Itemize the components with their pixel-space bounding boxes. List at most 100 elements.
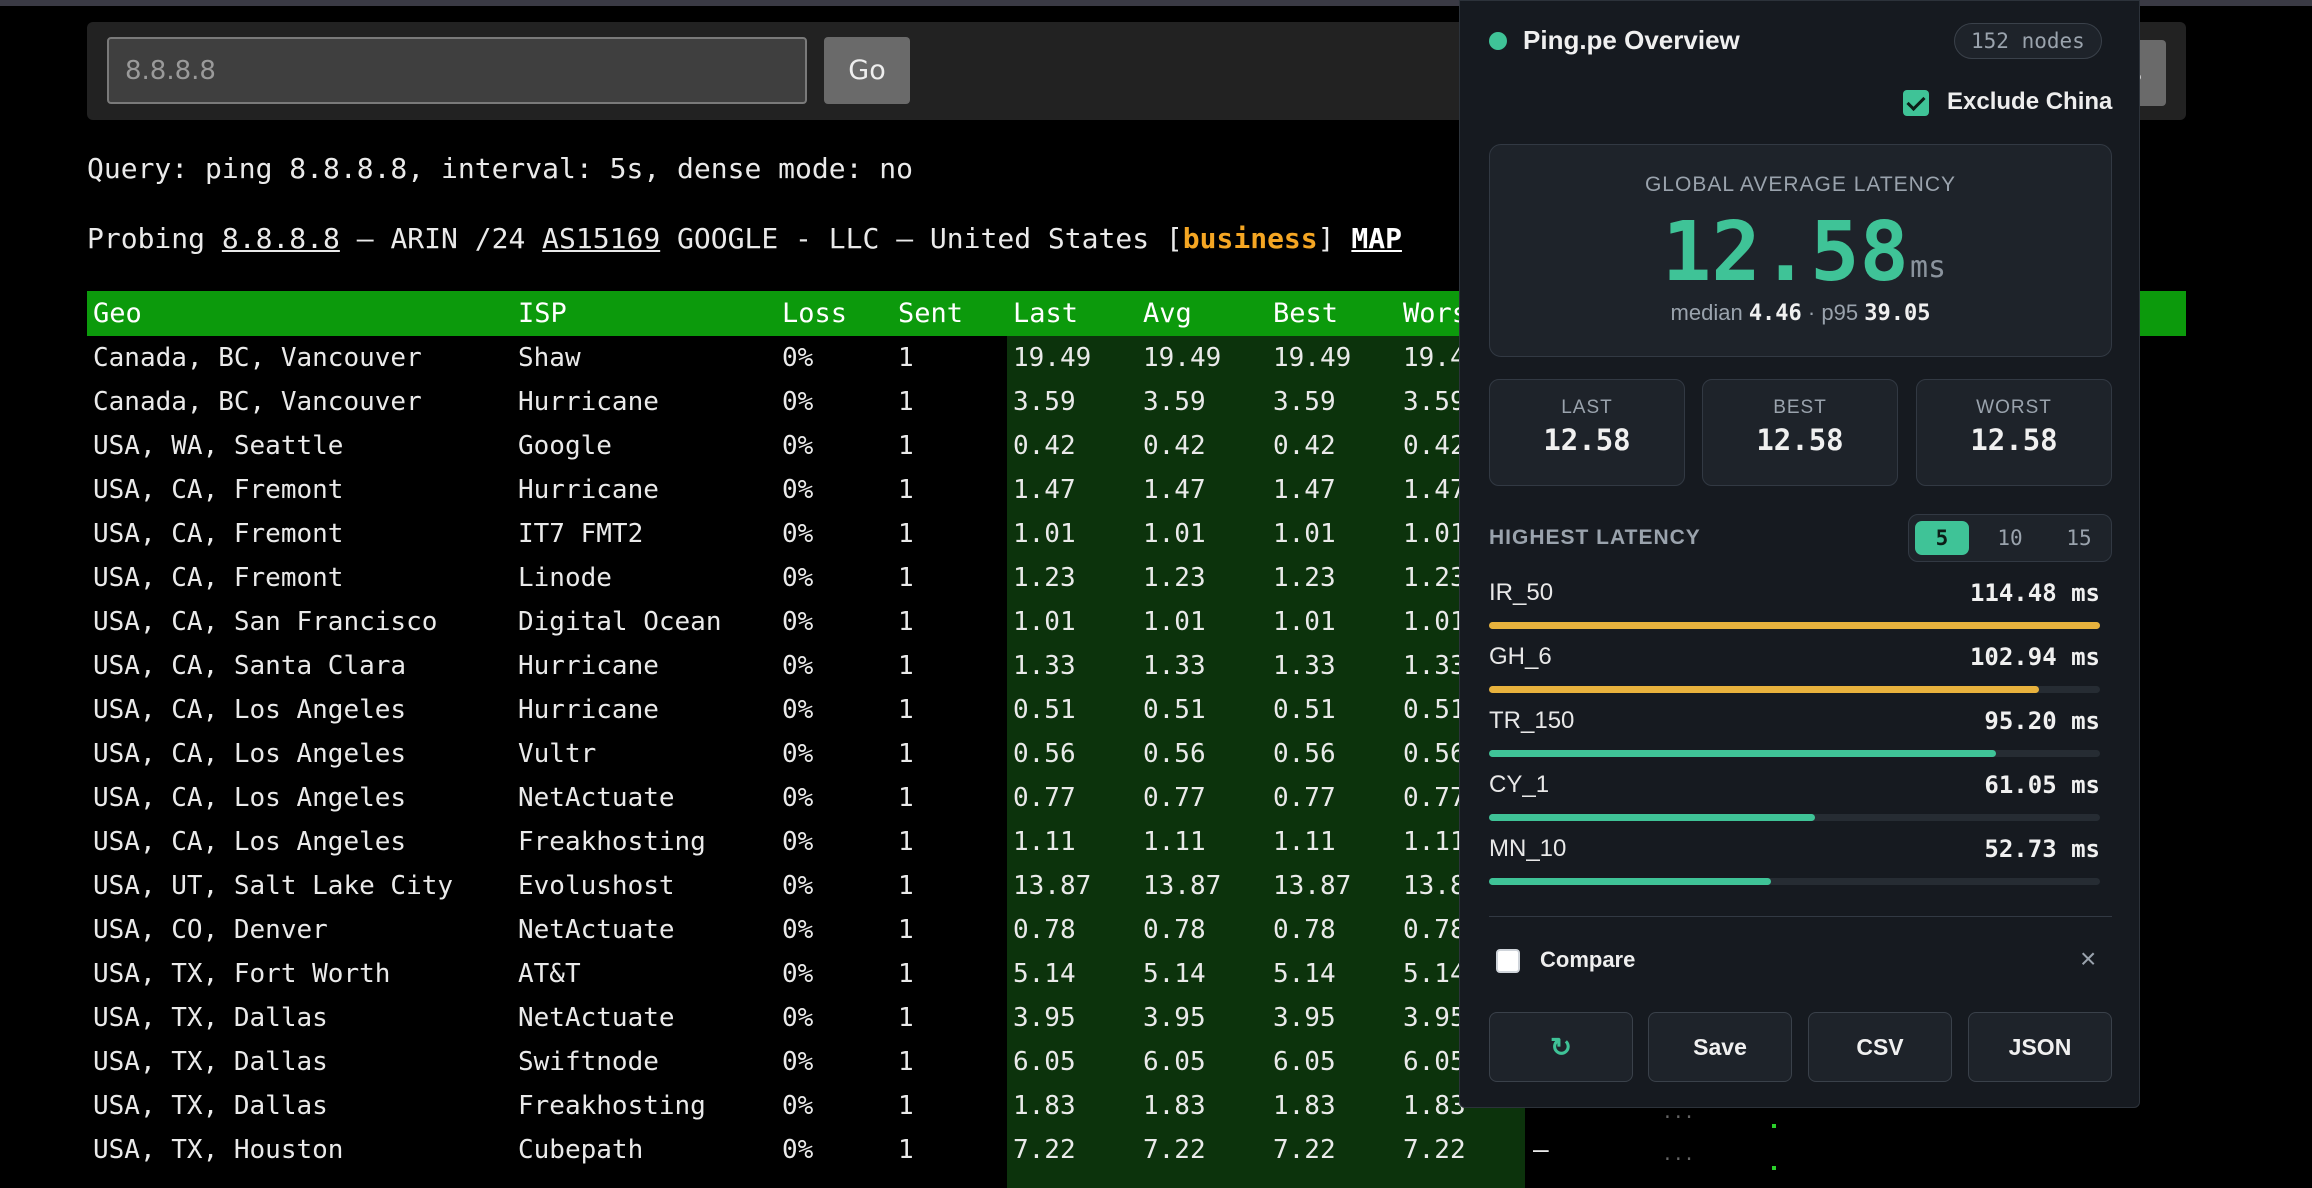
cell-avg: 0.42 bbox=[1143, 431, 1206, 461]
cell-last: 1.23 bbox=[1013, 563, 1076, 593]
latency-bar-track bbox=[1489, 622, 2100, 629]
cell-sent: 1 bbox=[898, 475, 914, 505]
cell-worst: 5.14 bbox=[1403, 959, 1466, 989]
cell-sent: 1 bbox=[898, 959, 914, 989]
latency-value: 61.05 ms bbox=[1984, 771, 2100, 799]
count-option-5[interactable]: 5 bbox=[1915, 521, 1969, 555]
stat-label: WORST bbox=[1976, 397, 2052, 418]
cell-worst: 6.05 bbox=[1403, 1047, 1466, 1077]
cell-worst: 0.78 bbox=[1403, 915, 1466, 945]
refresh-button[interactable]: ↻ bbox=[1489, 1012, 1633, 1082]
cell-geo: USA, TX, Houston bbox=[93, 1135, 344, 1165]
cell-last: 0.42 bbox=[1013, 431, 1076, 461]
cell-avg: 1.83 bbox=[1143, 1091, 1206, 1121]
divider bbox=[1489, 916, 2112, 917]
cell-loss: 0% bbox=[782, 387, 814, 417]
col-best[interactable]: Best bbox=[1273, 291, 1338, 336]
map-link[interactable]: MAP bbox=[1351, 222, 1402, 255]
cell-loss: 0% bbox=[782, 1003, 814, 1033]
cell-geo: USA, TX, Dallas bbox=[93, 1091, 328, 1121]
latency-value: 95.20 ms bbox=[1984, 707, 2100, 735]
col-last[interactable]: Last bbox=[1013, 291, 1078, 336]
cell-worst: 1.01 bbox=[1403, 607, 1466, 637]
latency-node-name: GH_6 bbox=[1489, 643, 1552, 670]
count-option-10[interactable]: 10 bbox=[1983, 521, 2037, 555]
save-button[interactable]: Save bbox=[1648, 1012, 1792, 1082]
col-isp[interactable]: ISP bbox=[518, 291, 567, 336]
col-sent[interactable]: Sent bbox=[898, 291, 963, 336]
cell-loss: 0% bbox=[782, 871, 814, 901]
cell-best: 1.01 bbox=[1273, 519, 1336, 549]
cell-last: 3.59 bbox=[1013, 387, 1076, 417]
asn-link[interactable]: AS15169 bbox=[542, 222, 660, 255]
cell-best: 0.78 bbox=[1273, 915, 1336, 945]
cell-avg: 6.05 bbox=[1143, 1047, 1206, 1077]
overview-panel: Ping.pe Overview 152 nodes Exclude China… bbox=[1459, 0, 2140, 1108]
cell-last: 13.87 bbox=[1013, 871, 1092, 901]
latency-node-name: CY_1 bbox=[1489, 771, 1550, 798]
cell-isp: Shaw bbox=[518, 343, 581, 373]
json-button[interactable]: JSON bbox=[1968, 1012, 2112, 1082]
cell-last: 1.83 bbox=[1013, 1091, 1076, 1121]
latency-item: IR_50 114.48 ms bbox=[1489, 579, 2100, 639]
count-option-15[interactable]: 15 bbox=[2052, 521, 2106, 555]
cell-sent: 1 bbox=[898, 519, 914, 549]
cell-geo: USA, CA, Los Angeles bbox=[93, 695, 407, 725]
cell-best: 0.77 bbox=[1273, 783, 1336, 813]
cell-avg: 1.47 bbox=[1143, 475, 1206, 505]
latency-bar-track bbox=[1489, 814, 2100, 821]
cell-best: 0.56 bbox=[1273, 739, 1336, 769]
stat-best-card: BEST 12.58 bbox=[1702, 379, 1898, 486]
trailing-dots: ... bbox=[1662, 1144, 1695, 1165]
csv-button[interactable]: CSV bbox=[1808, 1012, 1952, 1082]
cell-sent: 1 bbox=[898, 607, 914, 637]
latency-node-name: IR_50 bbox=[1489, 579, 1554, 606]
cell-worst: 0.51 bbox=[1403, 695, 1466, 725]
cell-isp: Linode bbox=[518, 563, 612, 593]
cell-geo: USA, CA, Los Angeles bbox=[93, 827, 407, 857]
status-dot bbox=[1772, 1166, 1776, 1170]
target-input[interactable] bbox=[107, 37, 807, 104]
cell-best: 1.83 bbox=[1273, 1091, 1336, 1121]
cell-avg: 1.01 bbox=[1143, 519, 1206, 549]
compare-checkbox[interactable] bbox=[1496, 949, 1520, 973]
latency-item: MN_10 52.73 ms bbox=[1489, 835, 2100, 895]
cell-worst: 7.22 bbox=[1403, 1135, 1466, 1165]
cell-best: 5.14 bbox=[1273, 959, 1336, 989]
latency-bar-track bbox=[1489, 878, 2100, 885]
exclude-china-checkbox[interactable] bbox=[1903, 90, 1929, 116]
cell-last: 1.11 bbox=[1013, 827, 1076, 857]
col-avg[interactable]: Avg bbox=[1143, 291, 1192, 336]
cell-last: 1.33 bbox=[1013, 651, 1076, 681]
cell-best: 13.87 bbox=[1273, 871, 1352, 901]
compare-label[interactable]: Compare bbox=[1540, 947, 1635, 973]
cell-best: 1.23 bbox=[1273, 563, 1336, 593]
cell-isp: Evolushost bbox=[518, 871, 675, 901]
cell-isp: AT&T bbox=[518, 959, 581, 989]
cell-geo: USA, CA, Los Angeles bbox=[93, 739, 407, 769]
cell-sent: 1 bbox=[898, 343, 914, 373]
cell-avg: 1.23 bbox=[1143, 563, 1206, 593]
cell-last: 1.01 bbox=[1013, 607, 1076, 637]
count-selector: 5 10 15 bbox=[1908, 514, 2112, 562]
cell-loss: 0% bbox=[782, 915, 814, 945]
cell-best: 3.95 bbox=[1273, 1003, 1336, 1033]
global-average-card: GLOBAL AVERAGE LATENCY 12.58 ms median 4… bbox=[1489, 144, 2112, 357]
cell-last: 3.95 bbox=[1013, 1003, 1076, 1033]
cell-sent: 1 bbox=[898, 739, 914, 769]
cell-sent: 1 bbox=[898, 1091, 914, 1121]
cell-geo: USA, WA, Seattle bbox=[93, 431, 344, 461]
cell-avg: 7.22 bbox=[1143, 1135, 1206, 1165]
probe-prefix: Probing bbox=[87, 222, 222, 255]
cell-geo: USA, CA, Santa Clara bbox=[93, 651, 407, 681]
cell-sent: 1 bbox=[898, 915, 914, 945]
close-icon[interactable]: × bbox=[2080, 943, 2096, 975]
exclude-china-label[interactable]: Exclude China bbox=[1947, 88, 2112, 116]
ip-link[interactable]: 8.8.8.8 bbox=[222, 222, 340, 255]
latency-value: 114.48 ms bbox=[1969, 579, 2100, 607]
col-geo[interactable]: Geo bbox=[93, 291, 142, 336]
cell-sent: 1 bbox=[898, 827, 914, 857]
cell-loss: 0% bbox=[782, 695, 814, 725]
col-loss[interactable]: Loss bbox=[782, 291, 847, 336]
go-button[interactable]: Go bbox=[824, 37, 910, 104]
